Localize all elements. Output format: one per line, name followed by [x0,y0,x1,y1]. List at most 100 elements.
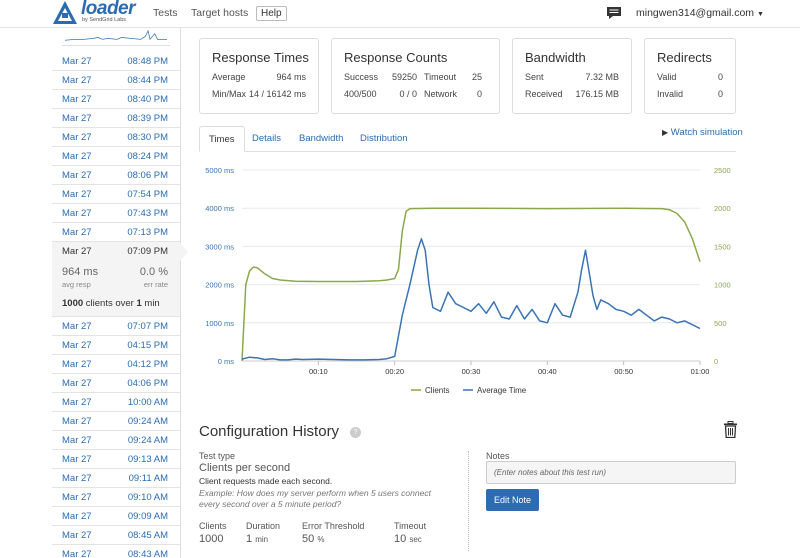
sidebar-item[interactable]: Mar 27 07:54 PM [52,185,180,204]
sidebar-item-active[interactable]: Mar 27 07:09 PM 964 ms avg resp 0.0 % er… [52,242,180,317]
chat-icon[interactable] [606,6,622,21]
sidebar-item[interactable]: Mar 27 07:43 PM [52,204,180,223]
sidebar-item-date: Mar 27 [62,189,92,200]
response-times-card: Response Times Average 964 ms Min/Max 14… [199,38,319,114]
sidebar-item[interactable]: Mar 27 08:06 PM [52,166,180,185]
brand-sub: by SendGrid Labs [82,17,127,23]
nav-target-hosts-link[interactable]: Target hosts [191,7,248,19]
sidebar-item[interactable]: Mar 27 04:15 PM [52,336,180,355]
sidebar-item[interactable]: Mar 27 09:24 AM [52,431,180,450]
card-title: Bandwidth [525,50,586,65]
x-tick-label: 00:50 [614,367,633,376]
legend-label: Clients [425,386,449,395]
sidebar-item-time: 08:43 AM [127,549,168,558]
user-menu[interactable]: mingwen314@gmail.com ▼ [636,7,764,19]
clients-summary: 1000 clients over 1 min [62,298,160,309]
sidebar-item-date: Mar 27 [62,340,92,351]
active-date: Mar 27 [62,246,92,257]
help-button[interactable]: Help [256,6,287,21]
sidebar-item[interactable]: Mar 27 08:39 PM [52,109,180,128]
sidebar-item-time: 08:06 PM [127,170,168,181]
sidebar-item[interactable]: Mar 27 08:24 PM [52,147,180,166]
err-label: 400/500 [344,89,377,99]
sidebar-item[interactable]: Mar 27 07:07 PM [52,317,180,336]
err-value: 0 / 0 [399,89,417,99]
edit-note-button[interactable]: Edit Note [486,489,539,511]
sidebar-item-date: Mar 27 [62,416,92,427]
sidebar-item-date: Mar 27 [62,397,92,408]
sent-value: 7.32 MB [585,72,619,82]
sidebar-item[interactable]: Mar 27 09:24 AM [52,412,180,431]
sidebar-item-time: 07:43 PM [127,208,168,219]
sidebar-item-time: 09:09 AM [127,511,168,522]
sidebar-item-time: 09:11 AM [128,473,168,484]
invalid-value: 0 [717,89,723,99]
sidebar-item[interactable]: Mar 27 10:00 AM [52,393,180,412]
top-navbar: loader by SendGrid Labs Tests Target hos… [0,0,800,28]
sidebar-item-date: Mar 27 [62,208,92,219]
x-tick-label: 00:10 [309,367,328,376]
tab-times[interactable]: Times [199,126,245,152]
sidebar-item[interactable]: Mar 27 08:40 PM [52,90,180,109]
sidebar-item-date: Mar 27 [62,113,92,124]
nav-tests-link[interactable]: Tests [153,7,178,19]
test-history-sidebar[interactable]: Mar 27 08:48 PM Mar 27 08:44 PM Mar 27 08:40 … [52,28,181,558]
brand-logo[interactable]: loader by SendGrid Labs [52,0,152,26]
help-icon[interactable]: ? [350,427,361,438]
minmax-label: Min/Max [212,89,247,99]
y-left-tick-label: 1000 ms [205,319,234,328]
network-value: 0 [476,89,482,99]
average-label: Average [212,72,246,82]
sidebar-item-date: Mar 27 [62,378,92,389]
sidebar-item-time: 04:12 PM [127,359,168,370]
test-type-desc: Client requests made each second. [199,476,333,486]
watch-simulation-label: Watch simulation [670,127,743,138]
tab-details[interactable]: Details [252,126,281,152]
sidebar-item[interactable]: Mar 27 04:12 PM [52,355,180,374]
sidebar-item[interactable]: Mar 27 07:13 PM [52,223,180,242]
sidebar-item-time: 04:15 PM [127,340,168,351]
timeout-value: 25 [471,72,482,82]
tab-bandwidth[interactable]: Bandwidth [299,126,343,152]
sidebar-item[interactable]: Mar 27 09:09 AM [52,507,180,526]
watch-simulation-link[interactable]: ▶ Watch simulation [662,127,743,138]
minmax-value: 14 / 16142 ms [248,89,306,99]
timeout-config-value: 10 sec [394,533,422,545]
sidebar-item-time: 08:30 PM [127,132,168,143]
y-right-tick-label: 0 [714,357,718,366]
x-tick-label: 01:00 [691,367,710,376]
sidebar-item-time: 08:24 PM [127,151,168,162]
tab-distribution[interactable]: Distribution [360,126,408,152]
chart-tabs: Times Details Bandwidth Distribution [199,126,736,152]
sidebar-item-time: 08:40 PM [127,94,168,105]
sidebar-item[interactable]: Mar 27 09:11 AM [52,469,180,488]
sidebar-item-time: 09:13 AM [127,454,168,465]
user-email: mingwen314@gmail.com [636,7,755,19]
sidebar-item[interactable]: Mar 27 09:13 AM [52,450,180,469]
sidebar-item-date: Mar 27 [62,435,92,446]
sidebar-item[interactable]: Mar 27 08:48 PM [52,52,180,71]
sidebar-item-date: Mar 27 [62,75,92,86]
sidebar-item[interactable]: Mar 27 09:10 AM [52,488,180,507]
card-title: Response Counts [344,50,448,65]
trash-icon[interactable] [723,421,738,438]
sidebar-item-date: Mar 27 [62,549,92,558]
sidebar-item[interactable]: Mar 27 08:45 AM [52,526,180,545]
received-value: 176.15 MB [575,89,619,99]
caret-down-icon: ▼ [756,11,764,18]
sidebar-item[interactable]: Mar 27 08:43 AM [52,545,180,558]
divider [468,451,469,551]
notes-field[interactable]: (Enter notes about this test run) [486,461,736,484]
sidebar-item[interactable]: Mar 27 08:44 PM [52,71,180,90]
avg-resp-value: 964 ms [62,266,99,278]
y-right-tick-label: 1000 [714,281,731,290]
sidebar-item[interactable]: Mar 27 08:30 PM [52,128,180,147]
card-title: Redirects [657,50,712,65]
invalid-label: Invalid [657,89,684,99]
duration-label: Duration [246,521,281,531]
sidebar-item[interactable]: Mar 27 04:06 PM [52,374,180,393]
err-rate-label: err rate [143,280,168,289]
clients-label: Clients [199,521,227,531]
sent-label: Sent [525,72,544,82]
sidebar-item-time: 08:44 PM [127,75,168,86]
